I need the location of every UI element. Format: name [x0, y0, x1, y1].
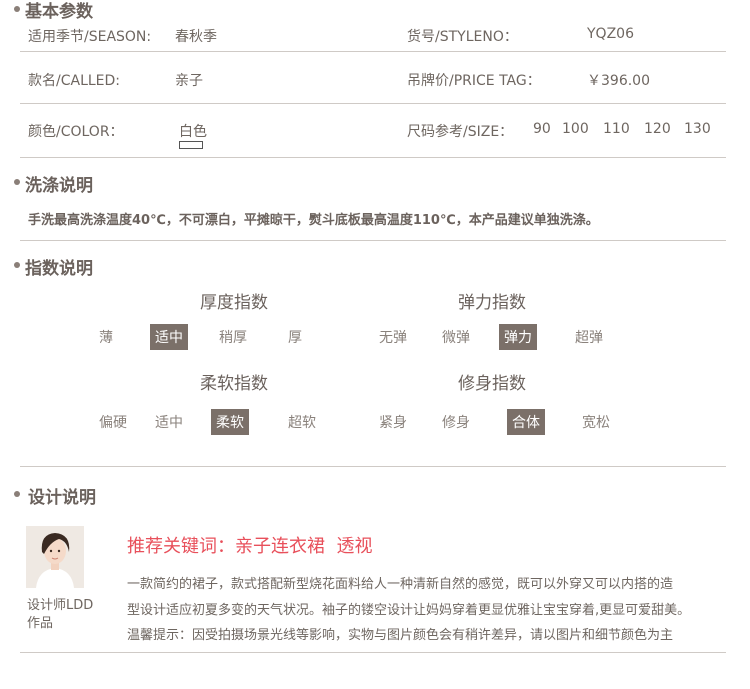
size-130: 130 — [684, 121, 711, 137]
fit-option-tight: 紧身 — [379, 415, 407, 431]
called-value: 亲子 — [175, 73, 203, 89]
styleno-label: 货号/STYLENO： — [407, 29, 518, 45]
elasticity-option-slight: 微弹 — [442, 330, 470, 346]
fit-option-regular-selected: 合体 — [507, 409, 545, 435]
color-label: 颜色/COLOR： — [28, 124, 124, 140]
divider — [20, 157, 726, 158]
divider — [20, 103, 726, 104]
thickness-option-thin: 薄 — [99, 330, 113, 346]
elasticity-option-none: 无弹 — [379, 330, 407, 346]
season-value: 春秋季 — [175, 29, 217, 45]
price-label: 吊牌价/PRICE TAG： — [407, 73, 541, 89]
size-110: 110 — [603, 121, 630, 137]
season-label: 适用季节/SEASON: — [28, 29, 152, 45]
keywords: 推荐关键词：亲子连衣裙 透视 — [127, 536, 373, 557]
section-bullet-icon — [14, 491, 20, 497]
divider — [20, 652, 726, 653]
color-value: 白色 — [179, 124, 207, 140]
divider — [20, 51, 726, 52]
fit-option-slim: 修身 — [442, 415, 470, 431]
fit-index-title: 修身指数 — [458, 374, 526, 394]
section-bullet-icon — [14, 6, 20, 12]
wash-text: 手洗最高洗涤温度40℃，不可漂白，平摊晾干，熨斗底板最高温度110℃，本产品建议… — [28, 213, 599, 228]
color-swatch-white — [179, 141, 203, 149]
wash-title: 洗涤说明 — [25, 176, 93, 196]
designer-portrait-icon — [26, 526, 84, 588]
size-label: 尺码参考/SIZE： — [407, 124, 514, 140]
section-bullet-icon — [14, 262, 20, 268]
design-description-line-1: 一款简约的裙子，款式搭配新型烧花面料给人一种清新自然的感觉，既可以外穿又可以内搭… — [127, 577, 674, 592]
size-120: 120 — [644, 121, 671, 137]
softness-option-soft-selected: 柔软 — [211, 409, 249, 435]
elasticity-option-elastic-selected: 弹力 — [499, 324, 537, 350]
thickness-option-thick: 厚 — [288, 330, 302, 346]
softness-option-super-soft: 超软 — [288, 415, 316, 431]
softness-index-title: 柔软指数 — [200, 374, 268, 394]
price-value: ￥396.00 — [587, 73, 650, 89]
softness-option-hard: 偏硬 — [99, 415, 127, 431]
divider — [20, 240, 726, 241]
elasticity-index-title: 弹力指数 — [458, 293, 526, 313]
size-100: 100 — [562, 121, 589, 137]
designer-caption: 设计师LDD — [27, 598, 94, 613]
design-description-line-2: 型设计适应初夏多变的天气状况。袖子的镂空设计让妈妈穿着更显优雅让宝宝穿着,更显可… — [127, 603, 691, 618]
design-description-line-3: 温馨提示：因受拍摄场景光线等影响，实物与图片颜色会有稍许差异，请以图片和细节颜色… — [127, 628, 674, 643]
thickness-option-slightly-thick: 稍厚 — [219, 330, 247, 346]
index-title: 指数说明 — [25, 259, 93, 279]
styleno-value: YQZ06 — [587, 26, 634, 42]
designer-avatar — [26, 526, 84, 588]
called-label: 款名/CALLED: — [28, 73, 121, 89]
elasticity-option-super: 超弹 — [575, 330, 603, 346]
thickness-option-medium-selected: 适中 — [150, 324, 188, 350]
fit-option-loose: 宽松 — [582, 415, 610, 431]
section-bullet-icon — [14, 179, 20, 185]
design-title: 设计说明 — [28, 488, 96, 508]
designer-caption-works: 作品 — [27, 616, 54, 631]
size-90: 90 — [533, 121, 551, 137]
basic-params-title: 基本参数 — [25, 2, 93, 22]
thickness-index-title: 厚度指数 — [200, 293, 268, 313]
softness-option-medium: 适中 — [155, 415, 183, 431]
divider — [20, 466, 726, 467]
